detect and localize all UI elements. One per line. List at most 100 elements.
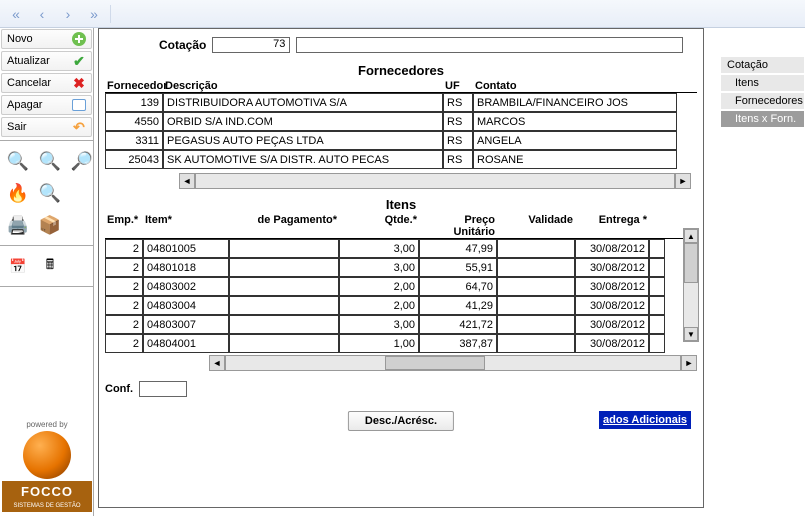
cell-entrega[interactable]: 30/08/2012 — [575, 258, 649, 277]
cell-descricao[interactable]: PEGASUS AUTO PEÇAS LTDA — [163, 131, 443, 150]
scroll-thumb[interactable] — [385, 356, 485, 370]
sair-button[interactable]: Sair ↶ — [1, 117, 92, 137]
dados-adicionais-button[interactable]: ados Adicionais — [599, 411, 691, 429]
novo-button[interactable]: Novo — [1, 29, 92, 49]
search-icon[interactable]: 🔍 — [4, 147, 32, 175]
cell-qtde[interactable]: 3,00 — [339, 258, 419, 277]
menu-fornecedores[interactable]: Fornecedores — [720, 92, 805, 110]
cell-descricao[interactable]: ORBID S/A IND.COM — [163, 112, 443, 131]
cell-validade[interactable] — [497, 258, 575, 277]
cell-uf[interactable]: RS — [443, 131, 473, 150]
cell-contato[interactable]: MARCOS — [473, 112, 677, 131]
cell-entrega[interactable]: 30/08/2012 — [575, 315, 649, 334]
scroll-thumb[interactable] — [684, 243, 698, 283]
package-icon[interactable]: 📦 — [36, 211, 64, 239]
cell-extra[interactable] — [649, 334, 665, 353]
scroll-track[interactable] — [225, 355, 681, 371]
table-row[interactable]: 2048040011,00387,8730/08/2012 — [105, 334, 697, 353]
table-row[interactable]: 139DISTRIBUIDORA AUTOMOTIVA S/ARSBRAMBIL… — [105, 93, 697, 112]
itens-vscroll[interactable]: ▲ ▼ — [683, 228, 699, 342]
cell-contato[interactable]: ANGELA — [473, 131, 677, 150]
cell-uf[interactable]: RS — [443, 93, 473, 112]
scroll-left-icon[interactable]: ◄ — [209, 355, 225, 371]
cell-extra[interactable] — [649, 239, 665, 258]
cell-item[interactable]: 04803007 — [143, 315, 229, 334]
flame-icon[interactable]: 🔥 — [4, 179, 32, 207]
cell-validade[interactable] — [497, 277, 575, 296]
cell-validade[interactable] — [497, 239, 575, 258]
cell-preco[interactable]: 47,99 — [419, 239, 497, 258]
cell-descricao[interactable]: DISTRIBUIDORA AUTOMOTIVA S/A — [163, 93, 443, 112]
cell-preco[interactable]: 41,29 — [419, 296, 497, 315]
cell-emp[interactable]: 2 — [105, 277, 143, 296]
cell-pagamento[interactable] — [229, 334, 339, 353]
cell-emp[interactable]: 2 — [105, 239, 143, 258]
cell-preco[interactable]: 55,91 — [419, 258, 497, 277]
cell-qtde[interactable]: 2,00 — [339, 277, 419, 296]
cell-qtde[interactable]: 3,00 — [339, 239, 419, 258]
cell-validade[interactable] — [497, 296, 575, 315]
cell-qtde[interactable]: 3,00 — [339, 315, 419, 334]
cell-uf[interactable]: RS — [443, 112, 473, 131]
table-row[interactable]: 3311PEGASUS AUTO PEÇAS LTDARSANGELA — [105, 131, 697, 150]
cell-entrega[interactable]: 30/08/2012 — [575, 334, 649, 353]
zoomout-icon[interactable]: 🔎 — [68, 147, 96, 175]
cell-fornecedor[interactable]: 139 — [105, 93, 163, 112]
nav-prev-icon[interactable]: ‹ — [30, 4, 54, 24]
cell-entrega[interactable]: 30/08/2012 — [575, 239, 649, 258]
cell-extra[interactable] — [649, 258, 665, 277]
conf-input[interactable] — [139, 381, 187, 397]
search2-icon[interactable]: 🔍 — [36, 147, 64, 175]
apagar-button[interactable]: Apagar — [1, 95, 92, 115]
cell-entrega[interactable]: 30/08/2012 — [575, 277, 649, 296]
cell-item[interactable]: 04804001 — [143, 334, 229, 353]
cell-item[interactable]: 04801018 — [143, 258, 229, 277]
table-row[interactable]: 204803002 2,0064,70 30/08/2012 — [105, 277, 697, 296]
desc-acresc-button[interactable]: Desc./Acrésc. — [348, 411, 454, 431]
cell-contato[interactable]: BRAMBILA/FINANCEIRO JOS — [473, 93, 677, 112]
menu-cotacao[interactable]: Cotação — [720, 56, 805, 74]
cell-pagamento[interactable] — [229, 296, 339, 315]
cell-emp[interactable]: 2 — [105, 258, 143, 277]
cell-emp[interactable]: 2 — [105, 315, 143, 334]
cell-preco[interactable]: 421,72 — [419, 315, 497, 334]
table-row[interactable]: 25043SK AUTOMOTIVE S/A DISTR. AUTO PECAS… — [105, 150, 697, 169]
cell-pagamento[interactable] — [229, 277, 339, 296]
cancelar-button[interactable]: Cancelar ✖ — [1, 73, 92, 93]
print-icon[interactable]: 🖨️ — [4, 211, 32, 239]
calc-icon[interactable]: 🖩 — [36, 252, 64, 280]
cell-entrega[interactable]: 30/08/2012 — [575, 296, 649, 315]
cell-uf[interactable]: RS — [443, 150, 473, 169]
cotacao-desc-input[interactable] — [296, 37, 683, 53]
cell-extra[interactable] — [649, 277, 665, 296]
calendar-icon[interactable]: 📅 — [4, 252, 32, 280]
itens-hscroll[interactable]: ◄ ► — [209, 355, 697, 371]
cell-qtde[interactable]: 1,00 — [339, 334, 419, 353]
scroll-up-icon[interactable]: ▲ — [684, 229, 698, 243]
forn-hscroll[interactable]: ◄ ► — [179, 173, 691, 189]
cell-preco[interactable]: 64,70 — [419, 277, 497, 296]
zoomin-icon[interactable]: 🔍 — [36, 179, 64, 207]
cell-fornecedor[interactable]: 4550 — [105, 112, 163, 131]
cell-pagamento[interactable] — [229, 315, 339, 334]
menu-itens[interactable]: Itens — [720, 74, 805, 92]
table-row[interactable]: 204803007 3,00421,72 30/08/2012 — [105, 315, 697, 334]
cell-extra[interactable] — [649, 296, 665, 315]
table-row[interactable]: 4550ORBID S/A IND.COMRSMARCOS — [105, 112, 697, 131]
cell-fornecedor[interactable]: 25043 — [105, 150, 163, 169]
atualizar-button[interactable]: Atualizar ✔ — [1, 51, 92, 71]
table-row[interactable]: 204801005 3,0047,99 30/08/2012 — [105, 239, 697, 258]
cell-emp[interactable]: 2 — [105, 296, 143, 315]
cell-item[interactable]: 04803004 — [143, 296, 229, 315]
scroll-right-icon[interactable]: ► — [681, 355, 697, 371]
cell-item[interactable]: 04801005 — [143, 239, 229, 258]
cell-validade[interactable] — [497, 334, 575, 353]
nav-next-icon[interactable]: › — [56, 4, 80, 24]
cell-validade[interactable] — [497, 315, 575, 334]
cell-emp[interactable]: 2 — [105, 334, 143, 353]
scroll-down-icon[interactable]: ▼ — [684, 327, 698, 341]
cell-item[interactable]: 04803002 — [143, 277, 229, 296]
cell-pagamento[interactable] — [229, 258, 339, 277]
cell-pagamento[interactable] — [229, 239, 339, 258]
menu-itensxforn[interactable]: Itens x Forn. — [720, 110, 805, 128]
